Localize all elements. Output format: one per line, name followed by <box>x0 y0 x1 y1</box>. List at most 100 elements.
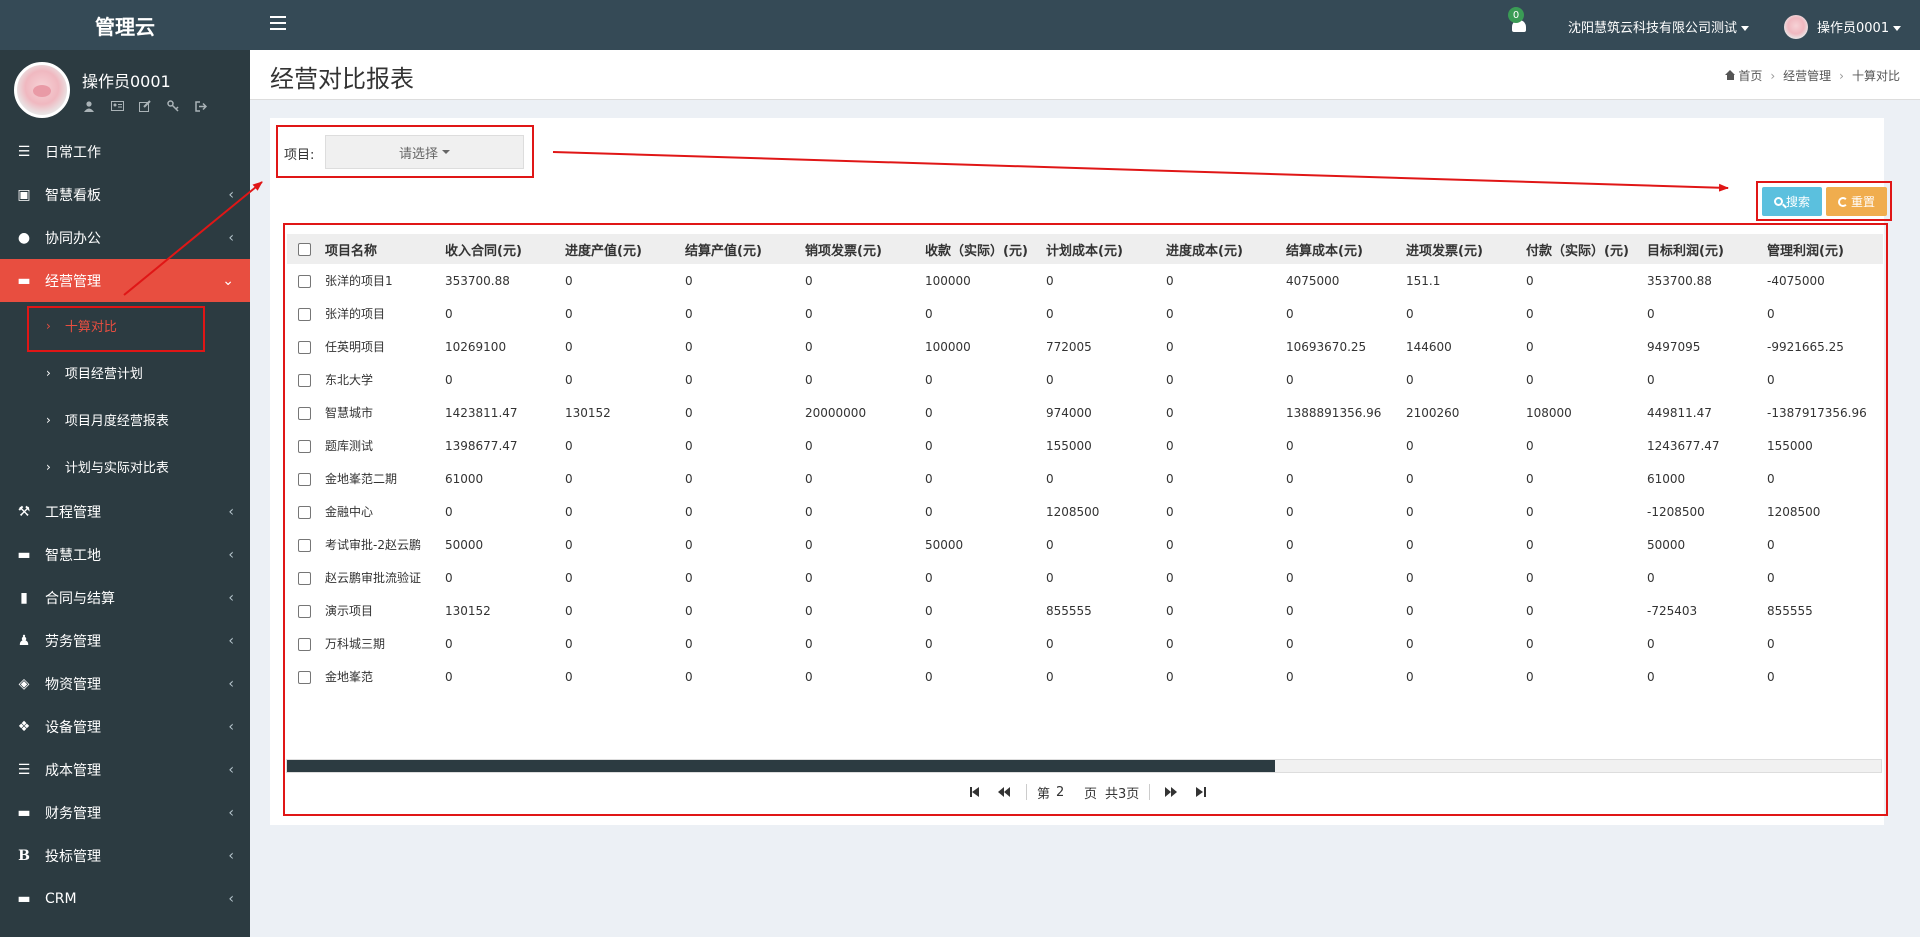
table-row[interactable]: 东北大学 0 0 0 0 0 0 0 0 0 0 0 0 <box>287 363 1883 396</box>
column-header[interactable]: 付款（实际）(元) <box>1522 234 1643 264</box>
table-row[interactable]: 智慧城市 1423811.47 130152 0 20000000 0 974000 0 138… <box>287 396 1883 429</box>
select-all-checkbox[interactable] <box>297 242 311 256</box>
table-row[interactable]: 赵云鹏审批流验证 0 0 0 0 0 0 0 0 0 0 0 0 <box>287 561 1883 594</box>
column-header[interactable]: 计划成本(元) <box>1042 234 1162 264</box>
sidebar-item-daily-work[interactable]: ☰ 日常工作 <box>0 130 250 173</box>
table-cell: 50000 <box>1647 537 1686 552</box>
table-row[interactable]: 金地峯范二期 61000 0 0 0 0 0 0 0 0 0 61000 0 <box>287 462 1883 495</box>
avatar[interactable] <box>1784 15 1808 39</box>
breadcrumb-home[interactable]: 首页 <box>1725 67 1762 84</box>
horizontal-scrollbar[interactable] <box>286 759 1882 773</box>
row-checkbox[interactable] <box>297 274 311 288</box>
table-row[interactable]: 万科城三期 0 0 0 0 0 0 0 0 0 0 0 0 <box>287 627 1883 660</box>
row-checkbox[interactable] <box>297 604 311 618</box>
search-button[interactable]: 搜索 <box>1762 187 1822 216</box>
row-checkbox[interactable] <box>297 538 311 552</box>
worker-icon: ♟ <box>17 632 31 649</box>
table-cell: 0 <box>1767 372 1775 387</box>
table-row[interactable]: 金地峯范 0 0 0 0 0 0 0 0 0 0 0 0 <box>287 660 1883 693</box>
previous-page-icon[interactable] <box>998 785 1012 799</box>
edit-icon[interactable] <box>138 100 152 112</box>
table-row[interactable]: 考试审批-2赵云鹏 50000 0 0 0 50000 0 0 0 0 0 50000 0 <box>287 528 1883 561</box>
sidebar-item-equipment[interactable]: ❖ 设备管理 ‹ <box>0 705 250 748</box>
row-checkbox[interactable] <box>297 637 311 651</box>
select-placeholder: 请选择 <box>398 146 438 162</box>
brand-logo[interactable]: 管理云 <box>0 0 250 50</box>
page-number-input[interactable] <box>1054 783 1081 801</box>
column-header[interactable]: 销项发票(元) <box>801 234 921 264</box>
sidebar-item-bidding[interactable]: B 投标管理 ‹ <box>0 834 250 877</box>
sidebar-item-collaboration[interactable]: ● 协同办公 ‹ <box>0 216 250 259</box>
row-checkbox[interactable] <box>297 373 311 387</box>
column-header[interactable]: 收款（实际）(元) <box>921 234 1042 264</box>
table-row[interactable]: 张洋的项目 0 0 0 0 0 0 0 0 0 0 0 0 <box>287 297 1883 330</box>
row-checkbox-cell <box>287 363 321 396</box>
row-checkbox[interactable] <box>297 439 311 453</box>
table-cell: 0 <box>1767 537 1775 552</box>
scrollbar-thumb[interactable] <box>287 760 1275 772</box>
sidebar-item-label: 日常工作 <box>45 144 101 161</box>
table-row[interactable]: 金融中心 0 0 0 0 0 1208500 0 0 0 0 -1208500 1208500 <box>287 495 1883 528</box>
column-header[interactable]: 进项发票(元) <box>1402 234 1522 264</box>
sidebar-item-smart-board[interactable]: ▣ 智慧看板 ‹ <box>0 173 250 216</box>
row-checkbox[interactable] <box>297 406 311 420</box>
next-page-icon[interactable] <box>1164 785 1178 799</box>
submenu-item-plan-vs-actual[interactable]: › 计划与实际对比表 <box>0 443 250 490</box>
sidebar-item-smart-site[interactable]: ▬ 智慧工地 ‹ <box>0 533 250 576</box>
table-cell: 155000 <box>1046 438 1092 453</box>
submenu-item-business-plan[interactable]: › 项目经营计划 <box>0 349 250 396</box>
table-cell: 100000 <box>925 273 971 288</box>
table-cell: 974000 <box>1046 405 1092 420</box>
table-cell: 0 <box>445 306 453 321</box>
submenu-item-monthly-report[interactable]: › 项目月度经营报表 <box>0 396 250 443</box>
first-page-icon[interactable] <box>968 785 982 799</box>
sidebar-item-business-management[interactable]: ▬ 经营管理 ⌄ <box>0 259 250 302</box>
avatar[interactable] <box>14 62 70 118</box>
row-checkbox[interactable] <box>297 505 311 519</box>
column-header[interactable]: 目标利润(元) <box>1643 234 1763 264</box>
column-header[interactable]: 项目名称 <box>321 234 441 264</box>
row-checkbox[interactable] <box>297 340 311 354</box>
sidebar-item-contract-settlement[interactable]: ▮ 合同与结算 ‹ <box>0 576 250 619</box>
breadcrumb-business[interactable]: 经营管理 <box>1783 67 1831 84</box>
user-name: 操作员0001 <box>82 72 171 91</box>
table-row[interactable]: 张洋的项目1 353700.88 0 0 0 100000 0 0 4075000 151.1 0 3… <box>287 264 1883 297</box>
row-checkbox[interactable] <box>297 307 311 321</box>
table-row[interactable]: 任英明项目 10269100 0 0 0 100000 772005 0 10693670.25… <box>287 330 1883 363</box>
row-checkbox-cell <box>287 495 321 528</box>
reset-button[interactable]: 重置 <box>1826 187 1887 216</box>
sidebar-item-label: 智慧看板 <box>45 187 101 204</box>
sidebar-item-materials[interactable]: ◈ 物资管理 ‹ <box>0 662 250 705</box>
user-icon[interactable] <box>82 100 96 112</box>
column-header[interactable]: 收入合同(元) <box>441 234 561 264</box>
column-header[interactable]: 进度产值(元) <box>561 234 681 264</box>
sidebar-item-labor[interactable]: ♟ 劳务管理 ‹ <box>0 619 250 662</box>
table-cell: 0 <box>685 537 693 552</box>
logout-icon[interactable] <box>194 100 208 112</box>
table-cell: -725403 <box>1647 603 1698 618</box>
menu-toggle-icon[interactable] <box>270 16 286 30</box>
column-header[interactable]: 管理利润(元) <box>1763 234 1883 264</box>
table-cell: 0 <box>565 339 573 354</box>
sidebar-item-crm[interactable]: ▬ CRM ‹ <box>0 877 250 920</box>
id-card-icon[interactable] <box>110 100 124 112</box>
company-dropdown[interactable]: 沈阳慧筑云科技有限公司测试 <box>1568 17 1750 36</box>
row-checkbox-cell <box>287 264 321 297</box>
column-header[interactable]: 结算成本(元) <box>1282 234 1402 264</box>
table-cell: 0 <box>925 372 933 387</box>
project-select[interactable]: 请选择 <box>325 135 524 169</box>
user-dropdown[interactable]: 操作员0001 <box>1817 17 1902 36</box>
sidebar-item-finance[interactable]: ▬ 财务管理 ‹ <box>0 791 250 834</box>
sidebar-item-cost[interactable]: ☰ 成本管理 ‹ <box>0 748 250 791</box>
sidebar-item-engineering[interactable]: ⚒ 工程管理 ‹ <box>0 490 250 533</box>
table-row[interactable]: 演示项目 130152 0 0 0 0 855555 0 0 0 0 -725403 855555 <box>287 594 1883 627</box>
column-header[interactable]: 进度成本(元) <box>1162 234 1282 264</box>
row-checkbox[interactable] <box>297 571 311 585</box>
notifications[interactable]: 0 <box>1508 7 1530 34</box>
row-checkbox[interactable] <box>297 670 311 684</box>
table-row[interactable]: 题库测试 1398677.47 0 0 0 0 155000 0 0 0 0 1243677.47 15… <box>287 429 1883 462</box>
row-checkbox[interactable] <box>297 472 311 486</box>
key-icon[interactable] <box>166 100 180 112</box>
column-header[interactable]: 结算产值(元) <box>681 234 801 264</box>
last-page-icon[interactable] <box>1194 785 1208 799</box>
